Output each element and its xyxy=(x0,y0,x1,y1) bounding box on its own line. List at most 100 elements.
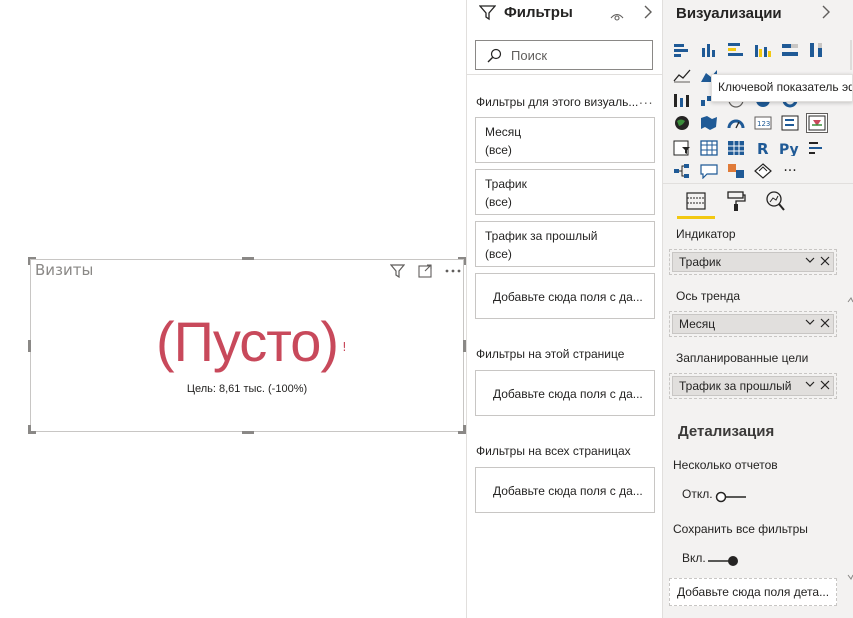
page-filters-title: Фильтры на этой странице xyxy=(476,347,625,361)
power-apps-icon[interactable] xyxy=(752,161,774,181)
visualizations-title: Визуализации xyxy=(676,5,782,22)
fields-tab-icon[interactable] xyxy=(683,188,709,214)
100-stacked-column-icon[interactable] xyxy=(806,40,828,60)
smart-narrative-icon[interactable] xyxy=(725,161,747,181)
warning-mark: ! xyxy=(342,340,347,354)
chevron-down-icon[interactable] xyxy=(804,254,816,269)
drop-zone-text: Добавьте сюда поля с да... xyxy=(493,387,643,401)
more-visuals-icon[interactable]: ··· xyxy=(779,161,801,181)
slicer-icon[interactable] xyxy=(671,138,693,158)
cross-report-toggle[interactable] xyxy=(715,488,747,503)
target-goals-well[interactable]: Трафик за прошлый xyxy=(669,373,837,399)
filter-card-value: (все) xyxy=(485,247,512,261)
kpi-value-text: Пусто xyxy=(173,310,322,373)
keep-filters-state: Вкл. xyxy=(682,551,706,565)
clustered-bar-chart-icon[interactable] xyxy=(725,40,747,60)
multi-row-card-icon[interactable] xyxy=(779,113,801,133)
qna-icon[interactable] xyxy=(698,161,720,181)
focus-mode-icon[interactable] xyxy=(416,263,434,279)
stacked-bar-chart-icon[interactable] xyxy=(671,40,693,60)
divider xyxy=(663,183,853,184)
indicator-well[interactable]: Трафик xyxy=(669,249,837,275)
kpi-close-paren: ) xyxy=(320,310,339,373)
format-paint-roller-icon[interactable] xyxy=(723,188,749,214)
kpi-icon[interactable] xyxy=(806,113,828,133)
remove-icon[interactable] xyxy=(820,316,830,331)
resize-handle-bottom[interactable] xyxy=(242,431,254,434)
keep-filters-toggle[interactable] xyxy=(707,552,739,566)
svg-text:Py: Py xyxy=(779,142,799,156)
matrix-icon[interactable] xyxy=(725,138,747,158)
all-pages-filters-title: Фильтры на всех страницах xyxy=(476,444,631,458)
visual-filter-drop-zone[interactable]: Добавьте сюда поля с да... xyxy=(475,273,655,319)
kpi-open-paren: ( xyxy=(155,310,175,373)
ribbon-chart-icon[interactable] xyxy=(671,90,693,110)
100-stacked-bar-icon[interactable] xyxy=(779,40,801,60)
pill-text: Трафик xyxy=(679,255,721,269)
filter-card-month[interactable]: Месяц (все) xyxy=(475,117,655,163)
filter-card-name: Месяц xyxy=(485,125,522,139)
more-options-icon[interactable] xyxy=(444,263,462,279)
resize-handle-left[interactable] xyxy=(28,340,31,352)
resize-handle-tl-v[interactable] xyxy=(28,257,30,265)
chevron-down-icon[interactable] xyxy=(804,316,816,331)
filters-header: Фильтры xyxy=(467,0,664,28)
card-icon[interactable]: 123 xyxy=(752,113,774,133)
filter-card-name: Трафик за прошлый xyxy=(485,229,598,243)
remove-icon[interactable] xyxy=(820,254,830,269)
filled-map-icon[interactable] xyxy=(698,113,720,133)
kpi-goal: Цель: 8,61 тыс. (-100%) xyxy=(186,383,308,395)
kpi-visual[interactable]: Визиты (Пусто) ! Цель: 8,61 тыс. (-100%) xyxy=(30,259,464,432)
drillthrough-title: Детализация xyxy=(678,423,775,440)
eye-icon[interactable] xyxy=(610,7,624,26)
analytics-magnifier-icon[interactable] xyxy=(762,188,788,214)
page-filter-drop-zone[interactable]: Добавьте сюда поля с да... xyxy=(475,370,655,416)
indicator-label: Индикатор xyxy=(676,227,736,241)
search-placeholder: Поиск xyxy=(511,48,548,63)
visual-title: Визиты xyxy=(35,261,94,279)
goals-field-pill[interactable]: Трафик за прошлый xyxy=(672,376,834,396)
pane-scrollbar[interactable] xyxy=(845,40,853,618)
filters-title: Фильтры xyxy=(504,4,573,21)
key-influencers-icon[interactable] xyxy=(806,138,828,158)
svg-text:123: 123 xyxy=(757,120,770,128)
resize-handle-bl-v[interactable] xyxy=(28,425,31,434)
cross-report-label: Несколько отчетов xyxy=(673,458,778,472)
resize-handle-top[interactable] xyxy=(242,257,254,260)
trend-axis-well[interactable]: Месяц xyxy=(669,311,837,337)
clustered-column-chart-icon[interactable] xyxy=(752,40,774,60)
report-canvas: Визиты (Пусто) ! Цель: 8,61 тыс. (-100%) xyxy=(0,0,466,618)
decomposition-tree-icon[interactable] xyxy=(671,161,693,181)
collapse-chevron-icon[interactable] xyxy=(643,4,653,24)
all-pages-filter-drop-zone[interactable]: Добавьте сюда поля с да... xyxy=(475,467,655,513)
drop-zone-text: Добавьте сюда поля с да... xyxy=(493,290,643,304)
line-chart-icon[interactable] xyxy=(671,65,693,85)
python-visual-icon[interactable]: Py xyxy=(779,138,801,158)
trend-axis-label: Ось тренда xyxy=(676,289,741,303)
stacked-column-chart-icon[interactable] xyxy=(698,40,720,60)
map-icon[interactable] xyxy=(671,113,693,133)
visual-filters-title: Фильтры для этого визуаль... xyxy=(476,95,639,109)
remove-icon[interactable] xyxy=(820,378,830,393)
search-input[interactable]: Поиск xyxy=(475,40,653,70)
kpi-value: (Пусто) xyxy=(31,310,463,374)
gauge-icon[interactable] xyxy=(725,113,747,133)
chevron-down-icon[interactable] xyxy=(804,378,816,393)
expand-chevron-icon[interactable] xyxy=(821,4,831,24)
filters-pane: Фильтры Поиск Фильтры для этого визуаль.… xyxy=(466,0,664,618)
table-icon[interactable] xyxy=(698,138,720,158)
trend-field-pill[interactable]: Месяц xyxy=(672,314,834,334)
pill-text: Трафик за прошлый xyxy=(679,379,792,393)
filter-card-traffic-last[interactable]: Трафик за прошлый (все) xyxy=(475,221,655,267)
filter-icon xyxy=(478,4,497,25)
filter-icon[interactable] xyxy=(388,263,406,279)
svg-text:R: R xyxy=(757,140,769,156)
pill-text: Месяц xyxy=(679,317,716,331)
r-visual-icon[interactable]: R xyxy=(752,138,774,158)
filter-card-traffic[interactable]: Трафик (все) xyxy=(475,169,655,215)
drillthrough-drop-zone[interactable]: Добавьте сюда поля дета... xyxy=(669,578,837,606)
cross-report-state: Откл. xyxy=(682,487,713,501)
visual-filters-more[interactable]: ... xyxy=(639,93,653,107)
filter-card-value: (все) xyxy=(485,143,512,157)
indicator-field-pill[interactable]: Трафик xyxy=(672,252,834,272)
